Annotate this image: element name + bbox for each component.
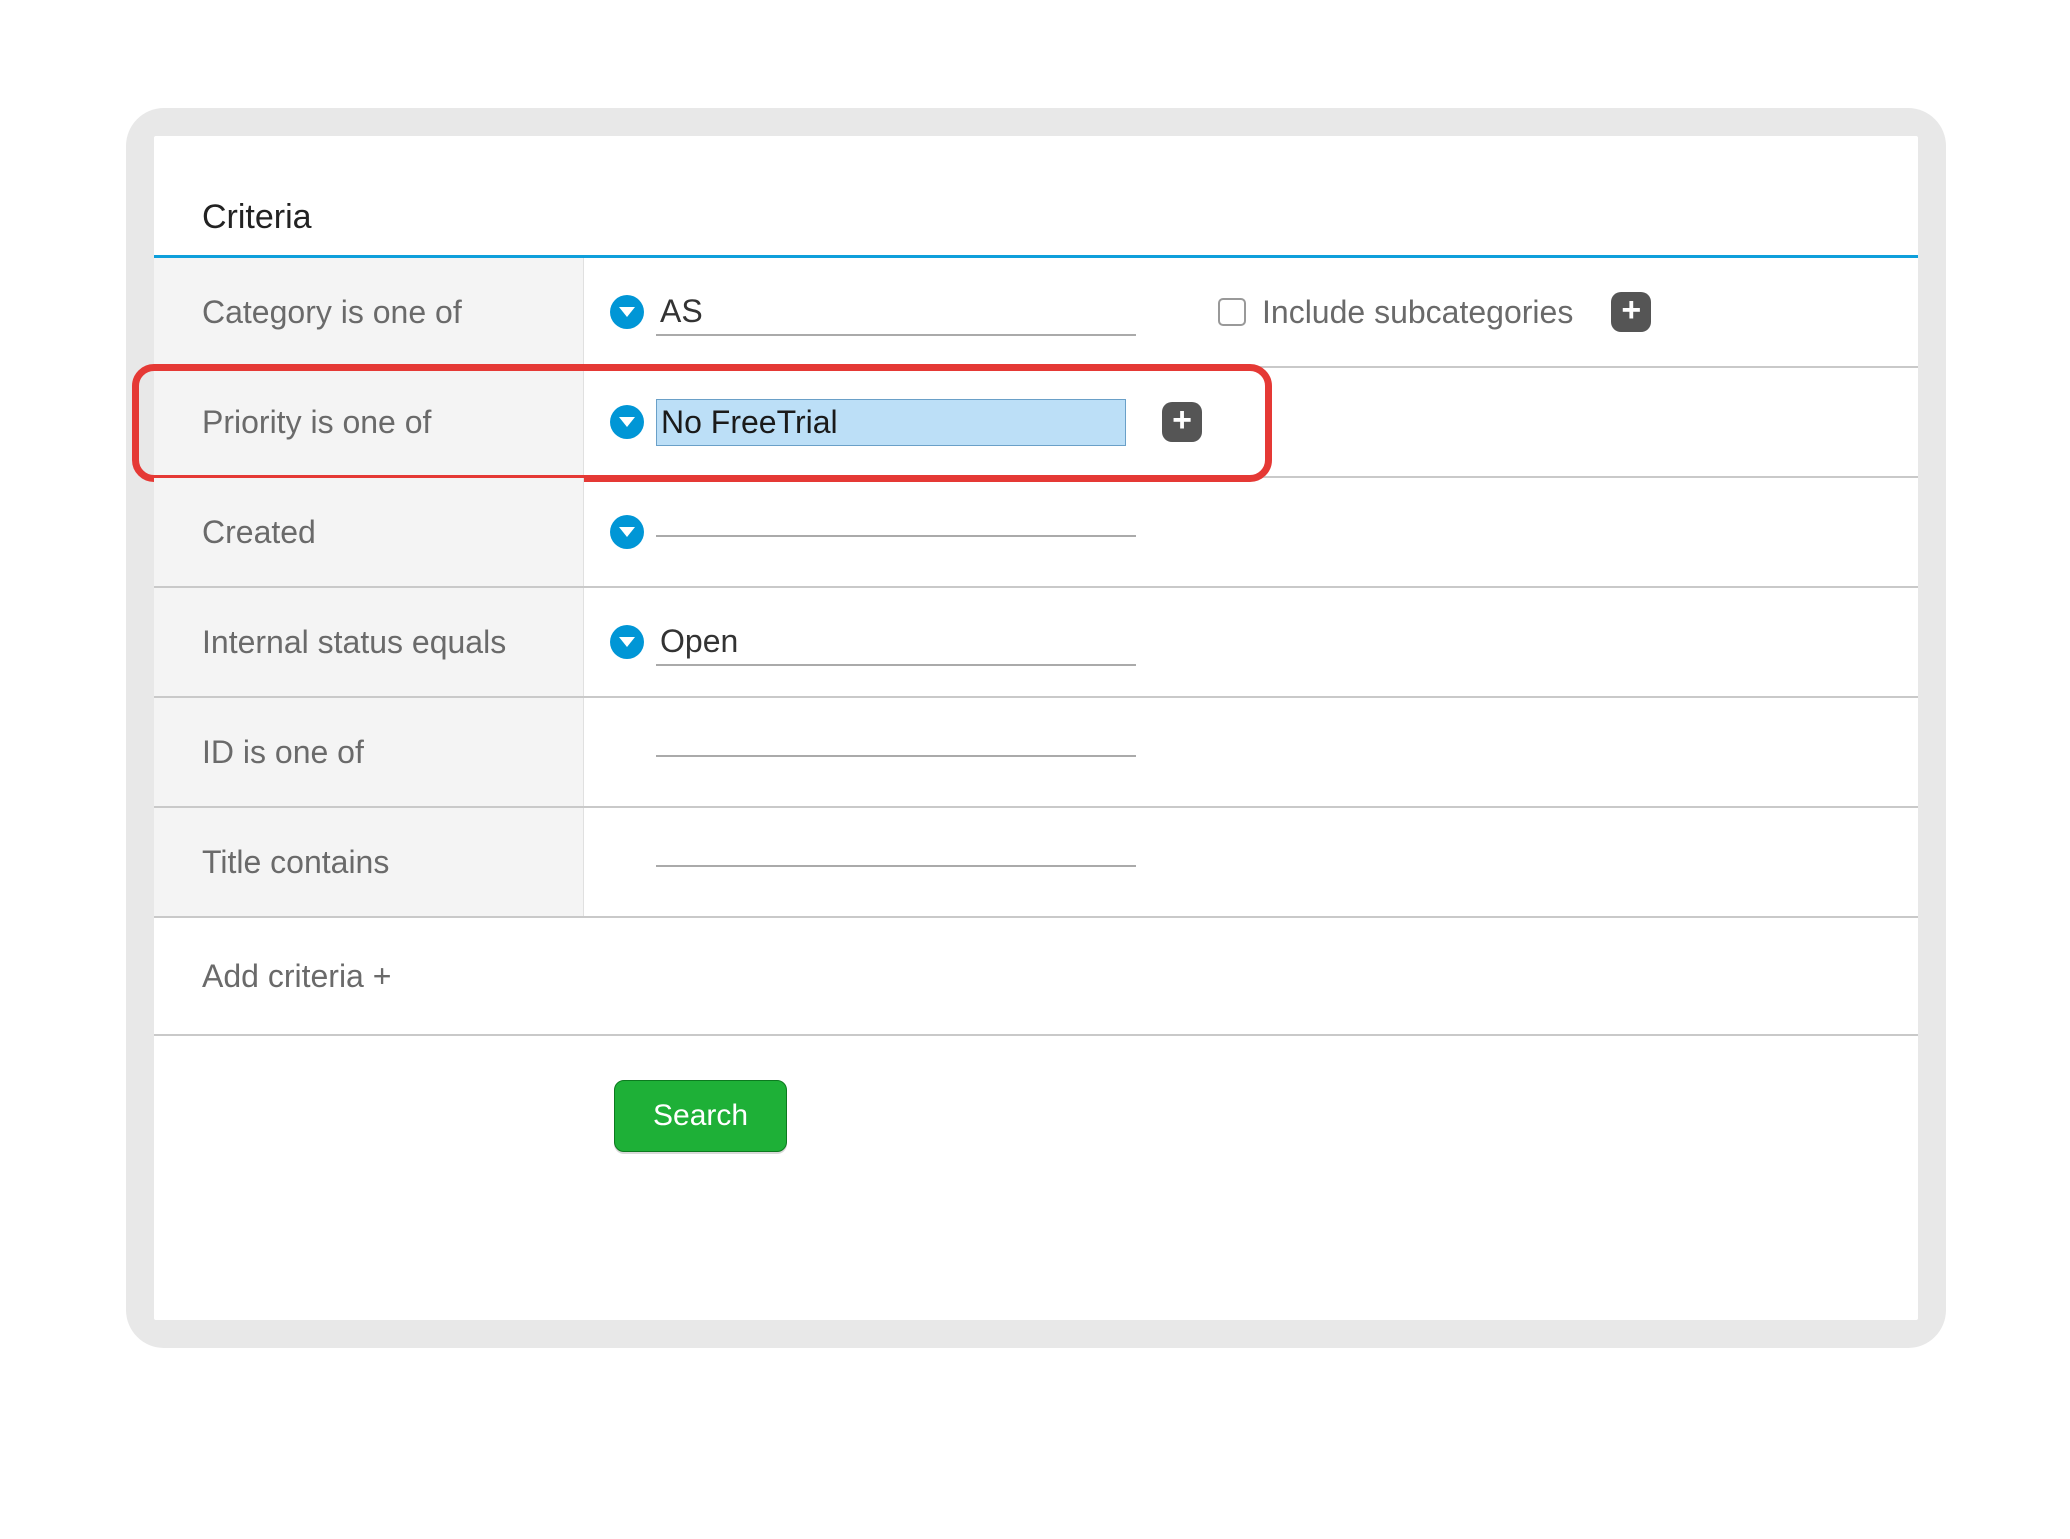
include-subcategories-label: Include subcategories — [1262, 294, 1573, 331]
title-value-field[interactable] — [656, 857, 1136, 867]
dropdown-icon[interactable] — [610, 515, 644, 549]
outer-frame: Criteria Category is one of AS Include s… — [126, 108, 1946, 1348]
add-criteria-row[interactable]: Add criteria + — [154, 918, 1918, 1036]
criteria-row-title: Title contains — [154, 808, 1918, 918]
criteria-value-cell — [584, 808, 1918, 916]
criteria-row-priority: Priority is one of No FreeTrial — [154, 368, 1918, 478]
criteria-row-category: Category is one of AS Include subcategor… — [154, 258, 1918, 368]
criteria-label: ID is one of — [154, 698, 584, 806]
criteria-label: Category is one of — [154, 258, 584, 366]
criteria-value-cell: AS Include subcategories — [584, 258, 1918, 366]
search-button[interactable]: Search — [614, 1080, 787, 1152]
criteria-row-id: ID is one of — [154, 698, 1918, 808]
criteria-value-cell — [584, 698, 1918, 806]
criteria-row-internal-status: Internal status equals Open — [154, 588, 1918, 698]
category-value-field[interactable]: AS — [656, 289, 1136, 336]
id-value-field[interactable] — [656, 747, 1136, 757]
internal-status-value-field[interactable]: Open — [656, 619, 1136, 666]
dropdown-icon[interactable] — [610, 295, 644, 329]
criteria-label: Priority is one of — [154, 368, 584, 476]
add-category-button[interactable] — [1611, 292, 1651, 332]
dropdown-icon[interactable] — [610, 625, 644, 659]
criteria-value-cell — [584, 478, 1918, 586]
priority-value-field[interactable]: No FreeTrial — [656, 399, 1126, 446]
add-priority-button[interactable] — [1162, 402, 1202, 442]
include-subcategories-checkbox[interactable] — [1218, 298, 1246, 326]
criteria-panel: Criteria Category is one of AS Include s… — [154, 136, 1918, 1320]
criteria-table: Category is one of AS Include subcategor… — [154, 258, 1918, 1036]
criteria-label: Title contains — [154, 808, 584, 916]
criteria-label: Internal status equals — [154, 588, 584, 696]
dropdown-icon[interactable] — [610, 405, 644, 439]
include-subcategories-wrap: Include subcategories — [1218, 294, 1573, 331]
criteria-row-created: Created — [154, 478, 1918, 588]
actions-row: Search — [154, 1036, 1918, 1152]
criteria-value-cell: No FreeTrial — [584, 368, 1918, 476]
criteria-label: Created — [154, 478, 584, 586]
created-value-field[interactable] — [656, 527, 1136, 537]
criteria-value-cell: Open — [584, 588, 1918, 696]
section-title: Criteria — [154, 136, 1918, 258]
